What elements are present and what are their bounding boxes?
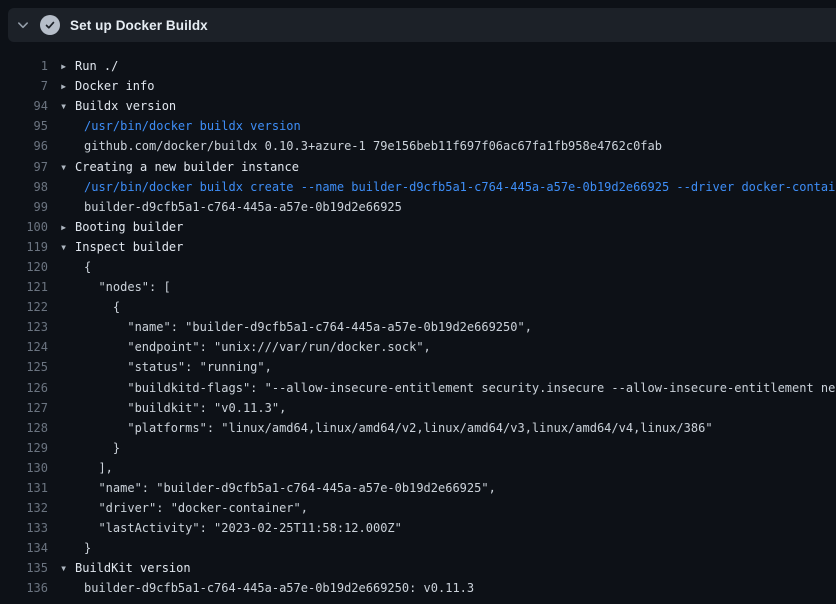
log-group-row[interactable]: 97 ▾Creating a new builder instance [0, 156, 836, 176]
collapsed-triangle-icon: ▸ [60, 220, 75, 234]
log-row: 95/usr/bin/docker buildx version [0, 116, 836, 136]
log-row: 130 ], [0, 458, 836, 478]
log-text: "driver": "docker-container", [60, 501, 308, 515]
log-row: 123 "name": "builder-d9cfb5a1-c764-445a-… [0, 317, 836, 337]
log-group-row[interactable]: 119 ▾Inspect builder [0, 237, 836, 257]
step-title: Set up Docker Buildx [70, 18, 208, 33]
line-number[interactable]: 127 [0, 401, 48, 415]
log-group-row[interactable]: 94 ▾Buildx version [0, 96, 836, 116]
log-row: 128 "platforms": "linux/amd64,linux/amd6… [0, 418, 836, 438]
line-number[interactable]: 135 [0, 561, 48, 575]
collapsed-triangle-icon: ▸ [60, 79, 75, 93]
log-row: 121 "nodes": [ [0, 277, 836, 297]
line-number[interactable]: 100 [0, 220, 48, 234]
line-number[interactable]: 124 [0, 340, 48, 354]
line-number[interactable]: 133 [0, 521, 48, 535]
log-row: 125 "status": "running", [0, 357, 836, 377]
line-number[interactable]: 130 [0, 461, 48, 475]
log-text: "buildkit": "v0.11.3", [60, 401, 286, 415]
log-row: 126 "buildkitd-flags": "--allow-insecure… [0, 378, 836, 398]
group-title: ▾Buildx version [60, 99, 176, 113]
log-row: 133 "lastActivity": "2023-02-25T11:58:12… [0, 518, 836, 538]
log-text: "nodes": [ [60, 280, 171, 294]
log-text: } [60, 441, 120, 455]
group-title: ▾BuildKit version [60, 561, 191, 575]
collapsed-triangle-icon: ▸ [60, 59, 75, 73]
log-row: 131 "name": "builder-d9cfb5a1-c764-445a-… [0, 478, 836, 498]
line-number[interactable]: 1 [0, 59, 48, 73]
log-text: } [60, 541, 91, 555]
line-number[interactable]: 98 [0, 180, 48, 194]
line-number[interactable]: 122 [0, 300, 48, 314]
log-row: 120 { [0, 257, 836, 277]
step-header[interactable]: Set up Docker Buildx [8, 8, 836, 42]
line-number[interactable]: 99 [0, 200, 48, 214]
line-number[interactable]: 134 [0, 541, 48, 555]
line-number[interactable]: 120 [0, 260, 48, 274]
log-text: github.com/docker/buildx 0.10.3+azure-1 … [60, 139, 662, 153]
line-number[interactable]: 125 [0, 360, 48, 374]
log-row: 99 builder-d9cfb5a1-c764-445a-a57e-0b19d2… [0, 197, 836, 217]
group-title: ▾Inspect builder [60, 240, 183, 254]
line-number[interactable]: 126 [0, 381, 48, 395]
line-number[interactable]: 96 [0, 139, 48, 153]
log-text: "name": "builder-d9cfb5a1-c764-445a-a57e… [60, 320, 532, 334]
log-row: 134} [0, 538, 836, 558]
expanded-triangle-icon: ▾ [60, 240, 75, 254]
line-number[interactable]: 132 [0, 501, 48, 515]
log-text: "status": "running", [60, 360, 272, 374]
group-title: ▸Run ./ [60, 59, 118, 73]
expanded-triangle-icon: ▾ [60, 99, 75, 113]
log-text: builder-d9cfb5a1-c764-445a-a57e-0b19d2e6… [60, 200, 402, 214]
log-row: 122 { [0, 297, 836, 317]
line-number[interactable]: 119 [0, 240, 48, 254]
log-group-row[interactable]: 7 ▸Docker info [0, 76, 836, 96]
log-text: /usr/bin/docker buildx version [60, 119, 301, 133]
line-number[interactable]: 94 [0, 99, 48, 113]
check-circle-icon [40, 15, 60, 35]
line-number[interactable]: 7 [0, 79, 48, 93]
group-title: ▸Docker info [60, 79, 154, 93]
chevron-down-icon[interactable] [16, 18, 30, 32]
log-row: 96 github.com/docker/buildx 0.10.3+azure-… [0, 136, 836, 156]
log-row: 136 builder-d9cfb5a1-c764-445a-a57e-0b19d… [0, 578, 836, 598]
line-number[interactable]: 136 [0, 581, 48, 595]
log-scroll-area[interactable]: 1 ▸Run ./ 7 ▸Docker info 94 ▾Buildx version 95… [0, 42, 836, 599]
log-row: 129 } [0, 438, 836, 458]
log-text: { [60, 260, 91, 274]
expanded-triangle-icon: ▾ [60, 561, 75, 575]
log-text: "platforms": "linux/amd64,linux/amd64/v2… [60, 421, 713, 435]
line-number[interactable]: 131 [0, 481, 48, 495]
log-text: ], [60, 461, 113, 475]
line-number[interactable]: 123 [0, 320, 48, 334]
log-row: 98/usr/bin/docker buildx create --name b… [0, 177, 836, 197]
line-number[interactable]: 121 [0, 280, 48, 294]
log-text: "buildkitd-flags": "--allow-insecure-ent… [60, 381, 836, 395]
log-text: builder-d9cfb5a1-c764-445a-a57e-0b19d2e6… [60, 581, 474, 595]
group-title: ▸Booting builder [60, 220, 183, 234]
line-number[interactable]: 128 [0, 421, 48, 435]
log-text: { [60, 300, 120, 314]
log-row: 127 "buildkit": "v0.11.3", [0, 398, 836, 418]
line-number[interactable]: 97 [0, 160, 48, 174]
line-number[interactable]: 95 [0, 119, 48, 133]
group-title: ▾Creating a new builder instance [60, 160, 299, 174]
log-text: /usr/bin/docker buildx create --name bui… [60, 180, 836, 194]
expanded-triangle-icon: ▾ [60, 160, 75, 174]
log-group-row[interactable]: 135 ▾BuildKit version [0, 558, 836, 578]
log-text: "lastActivity": "2023-02-25T11:58:12.000… [60, 521, 402, 535]
log-row: 132 "driver": "docker-container", [0, 498, 836, 518]
log-row: 124 "endpoint": "unix:///var/run/docker.… [0, 337, 836, 357]
log-text: "endpoint": "unix:///var/run/docker.sock… [60, 340, 431, 354]
log-group-row[interactable]: 100 ▸Booting builder [0, 217, 836, 237]
log-text: "name": "builder-d9cfb5a1-c764-445a-a57e… [60, 481, 496, 495]
log-group-row[interactable]: 1 ▸Run ./ [0, 56, 836, 76]
line-number[interactable]: 129 [0, 441, 48, 455]
